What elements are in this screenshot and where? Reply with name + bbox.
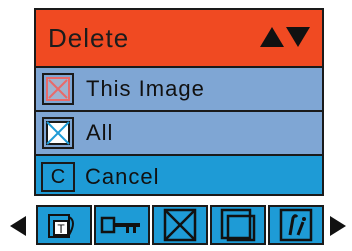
arrow-down-icon[interactable] bbox=[286, 27, 310, 47]
copy-icon bbox=[220, 208, 256, 242]
menu-item-this-image[interactable]: This Image bbox=[36, 68, 322, 110]
menu-item-label: All bbox=[86, 120, 114, 145]
next-arrow-icon[interactable] bbox=[330, 216, 346, 236]
protect-icon: T bbox=[48, 214, 74, 238]
key-button[interactable] bbox=[94, 205, 150, 245]
menu-item-all[interactable]: All bbox=[36, 112, 322, 154]
delete-image-icon bbox=[42, 73, 74, 105]
menu-item-label: This Image bbox=[86, 76, 205, 101]
menu-header: Delete bbox=[36, 10, 322, 66]
cancel-key-icon: C bbox=[41, 162, 75, 192]
arrow-up-icon[interactable] bbox=[260, 27, 284, 47]
edit-button[interactable] bbox=[268, 205, 324, 245]
protect-button[interactable]: T bbox=[36, 205, 92, 245]
key-icon bbox=[100, 216, 140, 234]
scroll-arrows[interactable] bbox=[260, 27, 310, 47]
delete-all-icon bbox=[42, 117, 74, 149]
delete-menu: Delete This Image All C Cancel bbox=[34, 8, 324, 196]
menu-title: Delete bbox=[48, 22, 130, 53]
edit-icon bbox=[279, 208, 313, 242]
prev-arrow-icon[interactable] bbox=[10, 216, 26, 236]
svg-text:T: T bbox=[57, 222, 65, 236]
copy-button[interactable] bbox=[210, 205, 266, 245]
delete-icon bbox=[163, 208, 197, 242]
cancel-label: Cancel bbox=[85, 164, 160, 189]
delete-button[interactable] bbox=[152, 205, 208, 245]
function-toolbar: T bbox=[36, 205, 324, 245]
cancel-button[interactable]: C Cancel bbox=[36, 156, 322, 194]
